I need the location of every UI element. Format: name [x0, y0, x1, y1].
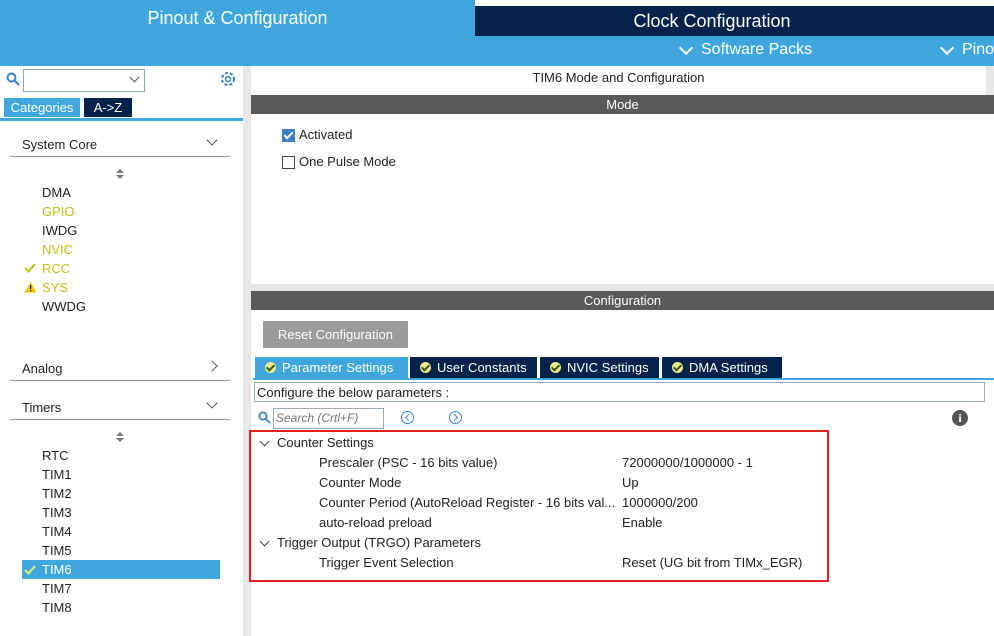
chevron-right-icon	[450, 413, 459, 422]
button-label: Reset Configuration	[278, 327, 393, 342]
sidebar-item-wwdg[interactable]: WWDG	[42, 299, 86, 314]
group-timers[interactable]: Timers	[22, 400, 61, 415]
chevron-left-icon	[404, 413, 413, 422]
search-icon	[258, 411, 271, 424]
sidebar-item-gpio[interactable]: GPIO	[42, 204, 75, 219]
next-match-button[interactable]	[449, 411, 462, 424]
group-system-core[interactable]: System Core	[22, 137, 97, 152]
info-icon[interactable]: i	[952, 410, 968, 426]
tab-label: User Constants	[437, 360, 527, 375]
sidebar-item-tim5[interactable]: TIM5	[42, 543, 72, 558]
sidebar-item-tim3[interactable]: TIM3	[42, 505, 72, 520]
sort-down-icon[interactable]	[116, 175, 124, 179]
tab-dma-settings[interactable]: DMA Settings	[662, 357, 782, 378]
sidebar-item-tim4[interactable]: TIM4	[42, 524, 72, 539]
tab-label: Clock Configuration	[633, 10, 791, 31]
sidebar-item-tim1[interactable]: TIM1	[42, 467, 72, 482]
sort-up-icon[interactable]	[116, 432, 124, 436]
configure-description: Configure the below parameters :	[254, 382, 985, 402]
sidebar-item-rtc[interactable]: RTC	[42, 448, 68, 463]
tab-label: Pinout & Configuration	[147, 7, 328, 28]
gear-icon[interactable]	[219, 70, 237, 88]
scrollbar[interactable]	[986, 66, 994, 96]
check-icon	[24, 565, 36, 575]
check-circle-icon	[420, 362, 431, 373]
previous-match-button[interactable]	[401, 411, 414, 424]
check-circle-icon	[672, 362, 683, 373]
menu-pinout[interactable]: Pino	[939, 40, 994, 59]
chevron-down-icon	[678, 40, 694, 55]
reset-configuration-button[interactable]: Reset Configuration	[263, 321, 408, 348]
one-pulse-mode-label: One Pulse Mode	[299, 154, 396, 169]
sort-down-icon[interactable]	[116, 438, 124, 442]
tab-underline	[0, 118, 243, 121]
warning-icon	[24, 281, 37, 293]
tab-label: DMA Settings	[689, 360, 768, 375]
tab-label: A->Z	[93, 100, 123, 115]
parameter-search-input[interactable]	[274, 409, 382, 426]
activated-checkbox[interactable]	[282, 129, 295, 142]
sidebar-item-tim7[interactable]: TIM7	[42, 581, 72, 596]
sidebar-item-dma[interactable]: DMA	[42, 185, 71, 200]
sort-up-icon[interactable]	[116, 169, 124, 173]
sidebar-item-rcc[interactable]: RCC	[42, 261, 70, 276]
search-icon[interactable]	[6, 72, 20, 86]
tab-label: NVIC Settings	[567, 360, 649, 375]
tab-categories[interactable]: Categories	[4, 98, 80, 117]
tab-underline	[253, 378, 994, 380]
tab-a-to-z[interactable]: A->Z	[84, 98, 132, 117]
tab-overflow	[949, 6, 994, 36]
chevron-down-icon	[129, 72, 140, 83]
menu-software-packs[interactable]: Software Packs	[678, 40, 813, 59]
tab-label: Parameter Settings	[282, 360, 394, 375]
check-circle-icon	[265, 362, 276, 373]
chevron-down-icon	[939, 40, 955, 55]
sidebar-item-tim8[interactable]: TIM8	[42, 600, 72, 615]
divider	[10, 419, 230, 420]
tab-user-constants[interactable]: User Constants	[410, 357, 537, 378]
tab-pinout-configuration[interactable]: Pinout & Configuration	[0, 0, 475, 36]
sidebar-item-tim2[interactable]: TIM2	[42, 486, 72, 501]
highlight-box	[249, 430, 829, 582]
menu-label: Software Packs	[701, 41, 813, 58]
sidebar-item-nvic[interactable]: NVIC	[42, 242, 73, 257]
sidebar-item-tim6[interactable]: TIM6	[42, 562, 72, 577]
divider	[10, 156, 230, 157]
check-icon	[24, 263, 36, 273]
panel-splitter[interactable]	[251, 284, 994, 291]
activated-label: Activated	[299, 127, 353, 142]
sidebar-item-iwdg[interactable]: IWDG	[42, 223, 77, 238]
configuration-header: Configuration	[251, 291, 994, 310]
mode-header: Mode	[251, 95, 994, 114]
tab-clock-configuration[interactable]: Clock Configuration	[475, 6, 949, 36]
sidebar-search-combo[interactable]	[23, 69, 145, 92]
page-title: TIM6 Mode and Configuration	[532, 70, 705, 85]
parameter-search-field[interactable]	[273, 408, 384, 429]
menu-label: Pino	[962, 41, 994, 58]
tab-nvic-settings[interactable]: NVIC Settings	[540, 357, 659, 378]
sub-navigation-bar: Software Packs Pino	[0, 36, 994, 66]
group-analog[interactable]: Analog	[22, 361, 62, 376]
tab-parameter-settings[interactable]: Parameter Settings	[255, 357, 408, 378]
divider	[10, 380, 230, 381]
check-circle-icon	[550, 362, 561, 373]
one-pulse-mode-checkbox[interactable]	[282, 156, 295, 169]
tab-label: Categories	[10, 100, 74, 115]
sidebar-item-sys[interactable]: SYS	[42, 280, 68, 295]
